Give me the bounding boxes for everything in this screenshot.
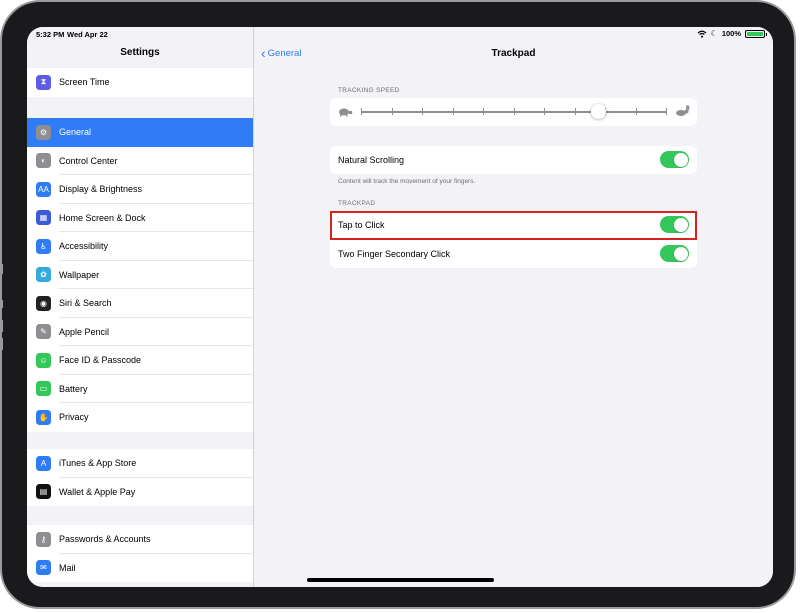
- accessibility-icon: ♿: [36, 238, 51, 254]
- tracking-speed-label: TRACKING SPEED: [338, 87, 400, 94]
- sidebar-group: ⧗ Screen Time: [27, 68, 253, 97]
- home-indicator[interactable]: [307, 578, 494, 582]
- side-button: [0, 264, 3, 274]
- slider-tick: [574, 108, 576, 115]
- key-icon: ⚷: [36, 531, 51, 547]
- sidebar-item-battery[interactable]: ▭ Battery: [27, 375, 253, 404]
- sidebar-item-general[interactable]: ⚙ General: [27, 118, 253, 147]
- sidebar-group: AiTunes & App Store ▤ Wallet & Apple Pay: [27, 449, 253, 506]
- two-finger-click-toggle[interactable]: [660, 245, 689, 262]
- sidebar-item-home-screen-dock[interactable]: ▦ Home Screen & Dock: [27, 204, 253, 233]
- slider-tick: [422, 108, 423, 115]
- slider-tick: [361, 108, 362, 115]
- trackpad-section-label: TRACKPAD: [338, 200, 376, 207]
- sidebar-item-label: Wallpaper: [59, 269, 100, 280]
- natural-scrolling-label: Natural Scrolling: [338, 155, 405, 165]
- toggle-knob: [673, 152, 688, 167]
- page-title: Trackpad: [491, 48, 536, 59]
- toggles-icon: ◐: [36, 153, 51, 169]
- hourglass-icon: ⧗: [36, 74, 51, 90]
- siri-icon: ◉: [36, 295, 51, 311]
- tracking-speed-slider-thumb[interactable]: [591, 104, 607, 119]
- flower-icon: ✿: [36, 267, 51, 283]
- sidebar-item-face-id-passcode[interactable]: ☺ Face ID & Passcode: [27, 346, 253, 375]
- screen: Settings ⧗ Screen Time ⚙ General ◐ Control Ce…: [27, 27, 773, 587]
- sidebar-item-wallpaper[interactable]: ✿ Wallpaper: [27, 261, 253, 290]
- sidebar-item-label: Mail: [59, 562, 76, 573]
- mail-icon: ✉: [36, 560, 51, 576]
- sidebar-item-label: Passwords & Accounts: [59, 534, 151, 545]
- slider-tick: [391, 108, 393, 115]
- sidebar-item-itunes-app-store[interactable]: AiTunes & App Store: [27, 449, 253, 478]
- pencil-icon: ✎: [36, 324, 51, 340]
- sidebar-item-display-brightness[interactable]: AA Display & Brightness: [27, 175, 253, 204]
- toggle-knob: [673, 246, 688, 261]
- status-bar: 5:32 PM Wed Apr 22 ☾ 100%: [27, 27, 773, 41]
- slider-tick: [513, 108, 515, 115]
- sidebar-item-accessibility[interactable]: ♿ Accessibility: [27, 232, 253, 261]
- side-button: [0, 338, 3, 350]
- gear-icon: ⚙: [36, 124, 51, 140]
- wifi-icon: [697, 30, 707, 38]
- slider-tick: [635, 108, 637, 115]
- natural-scrolling-toggle[interactable]: [660, 151, 689, 168]
- sidebar-group: ⚙ General ◐ Control Center AA Display & Brigh…: [27, 118, 253, 432]
- slider-tick: [452, 108, 454, 115]
- slider-tick: [483, 108, 484, 115]
- moon-icon: ☾: [710, 29, 718, 38]
- two-finger-click-row: Two Finger Secondary Click: [330, 240, 697, 268]
- tap-to-click-highlight: [330, 211, 697, 240]
- wallet-icon: ▤: [36, 484, 51, 500]
- sidebar-item-label: Screen Time: [59, 77, 110, 88]
- sidebar-item-wallet-apple-pay[interactable]: ▤ Wallet & Apple Pay: [27, 478, 253, 507]
- battery-icon: ▭: [36, 381, 51, 397]
- battery-icon: [745, 29, 767, 38]
- natural-scrolling-row: Natural Scrolling: [330, 146, 697, 174]
- rabbit-icon: [676, 105, 690, 116]
- text-size-icon: AA: [36, 181, 51, 197]
- natural-scrolling-card: Natural Scrolling: [330, 146, 697, 174]
- sidebar-item-mail[interactable]: ✉ Mail: [27, 554, 253, 583]
- two-finger-click-label: Two Finger Secondary Click: [338, 249, 451, 259]
- hand-icon: ✋: [36, 409, 51, 425]
- sidebar-item-apple-pencil[interactable]: ✎ Apple Pencil: [27, 318, 253, 347]
- side-button: [0, 320, 3, 332]
- sidebar-item-label: Apple Pencil: [59, 326, 110, 337]
- face-id-icon: ☺: [36, 352, 51, 368]
- app-grid-icon: ▦: [36, 210, 51, 226]
- sidebar-item-label: Face ID & Passcode: [59, 355, 142, 366]
- sidebar-item-label: Control Center: [59, 155, 118, 166]
- sidebar-item-siri-search[interactable]: ◉ Siri & Search: [27, 289, 253, 318]
- turtle-icon: [339, 108, 353, 117]
- sidebar-group: ⚷ Passwords & Accounts ✉ Mail: [27, 525, 253, 582]
- trackpad-detail-pane: ‹ General Trackpad TRACKING SPEED Natura…: [254, 27, 773, 587]
- sidebar-item-control-center[interactable]: ◐ Control Center: [27, 147, 253, 176]
- sidebar-item-label: Battery: [59, 383, 88, 394]
- slider-tick: [666, 108, 667, 115]
- sidebar-item-privacy[interactable]: ✋ Privacy: [27, 403, 253, 432]
- sidebar-item-label: iTunes & App Store: [59, 458, 137, 469]
- sidebar-item-label: Wallet & Apple Pay: [59, 486, 136, 497]
- sidebar-item-label: Accessibility: [59, 241, 109, 252]
- slider-tick: [544, 108, 545, 115]
- sidebar-title: Settings: [120, 47, 160, 58]
- sidebar-item-label: Home Screen & Dock: [59, 212, 146, 223]
- battery-percent: 100%: [721, 29, 741, 38]
- sidebar-item-label: Display & Brightness: [59, 184, 143, 195]
- sidebar-item-passwords-accounts[interactable]: ⚷ Passwords & Accounts: [27, 525, 253, 554]
- sidebar-item-label: Siri & Search: [59, 298, 112, 309]
- settings-sidebar: Settings ⧗ Screen Time ⚙ General ◐ Control Ce…: [27, 27, 254, 587]
- sidebar-item-label: General: [59, 127, 92, 138]
- sidebar-item-screen-time[interactable]: ⧗ Screen Time: [27, 68, 253, 97]
- natural-scrolling-footer: Content will track the movement of your …: [338, 178, 476, 185]
- status-date: Wed Apr 22: [67, 30, 108, 39]
- side-button: [0, 300, 3, 308]
- battery-fill: [747, 31, 763, 36]
- status-time: 5:32 PM: [36, 30, 65, 39]
- sidebar-item-label: Privacy: [59, 412, 89, 423]
- app-store-icon: A: [36, 455, 51, 471]
- tracking-speed-card: [330, 98, 697, 126]
